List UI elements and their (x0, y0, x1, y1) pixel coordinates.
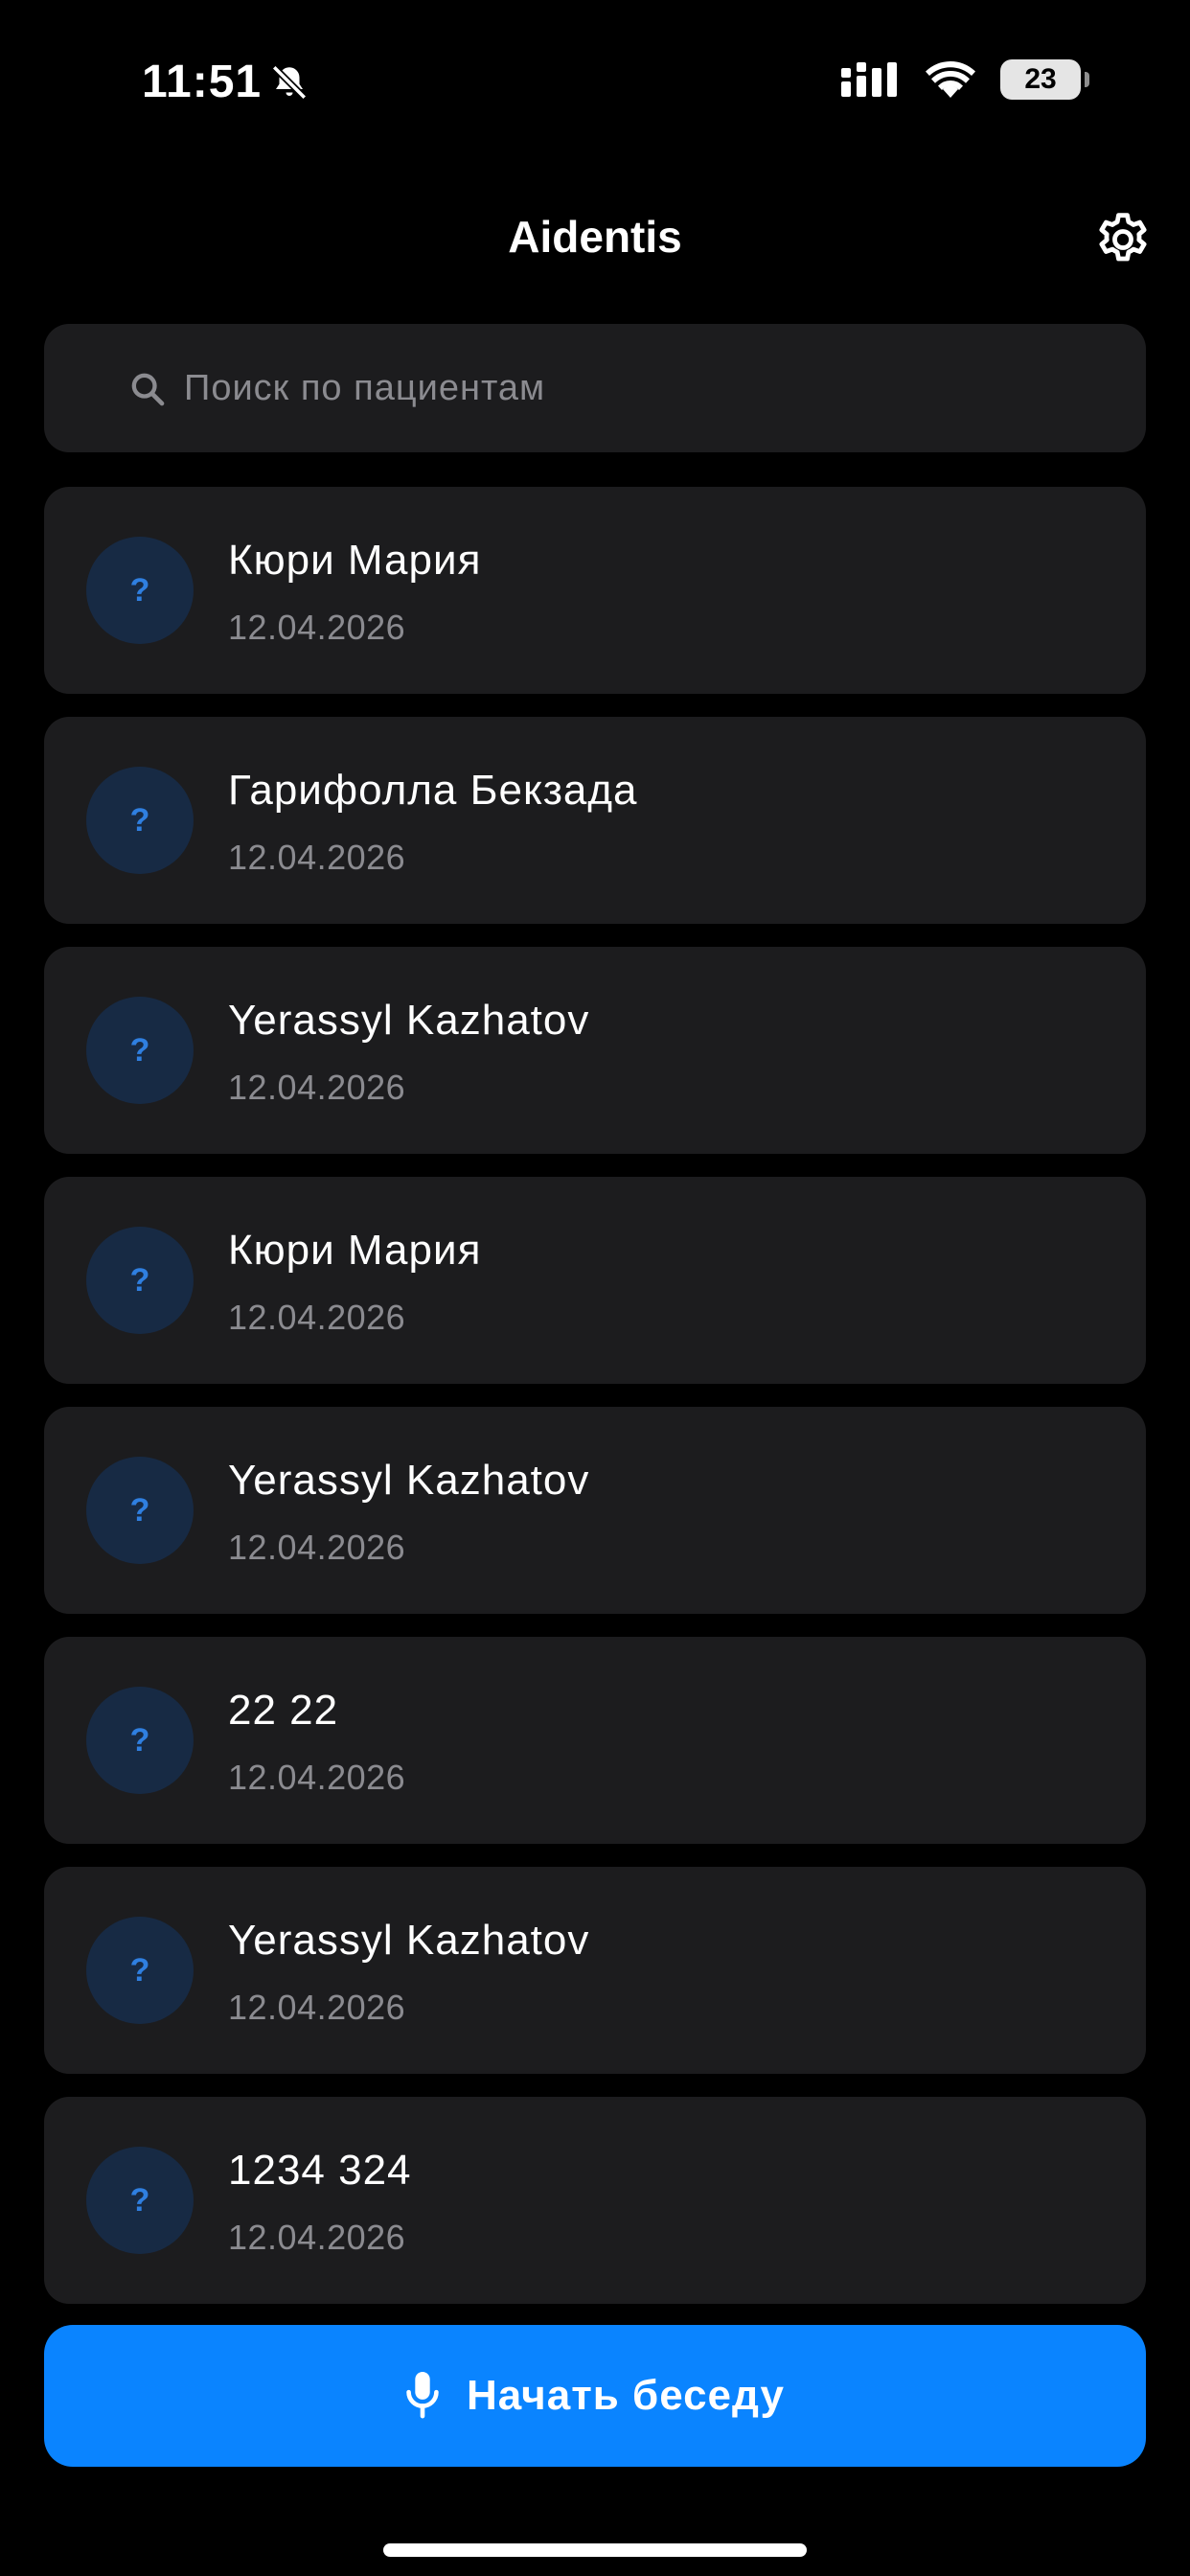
cellular-signal-icon (841, 62, 897, 97)
gear-icon[interactable] (1092, 209, 1154, 270)
page-title: Aidentis (508, 212, 682, 262)
search-input[interactable] (184, 324, 1104, 452)
search-icon (131, 373, 165, 406)
patient-card[interactable]: ? Кюри Мария 12.04.2026 (44, 1177, 1146, 1384)
patient-date: 12.04.2026 (228, 2218, 406, 2257)
patient-date: 12.04.2026 (228, 1758, 406, 1797)
patient-name: 1234 324 (228, 2147, 412, 2194)
patient-date: 12.04.2026 (228, 838, 406, 877)
start-conversation-label: Начать беседу (467, 2372, 785, 2419)
status-bar: 11:51 23 (0, 0, 1190, 163)
header: Aidentis (0, 192, 1190, 288)
patient-name: Кюри Мария (228, 1227, 482, 1274)
app-screen: 11:51 23 Aidentis Поиск по пациентам ? К… (0, 0, 1190, 2576)
patient-name: Yerassyl Kazhatov (228, 1457, 590, 1504)
avatar: ? (86, 537, 194, 644)
status-indicators: 23 (841, 59, 1089, 100)
patient-card[interactable]: ? Yerassyl Kazhatov 12.04.2026 (44, 947, 1146, 1154)
avatar: ? (86, 1687, 194, 1794)
battery-level: 23 (1024, 63, 1057, 95)
battery-icon: 23 (1000, 59, 1089, 100)
wifi-icon (926, 61, 975, 98)
start-conversation-button[interactable]: Начать беседу (44, 2325, 1146, 2467)
avatar: ? (86, 1457, 194, 1564)
status-time-group: 11:51 (142, 56, 309, 108)
patient-date: 12.04.2026 (228, 1298, 406, 1337)
patient-date: 12.04.2026 (228, 1988, 406, 2027)
patient-name: 22 22 (228, 1687, 339, 1734)
avatar: ? (86, 997, 194, 1104)
patient-name: Yerassyl Kazhatov (228, 997, 590, 1044)
avatar: ? (86, 767, 194, 874)
search-bar[interactable] (44, 324, 1146, 452)
patient-card[interactable]: ? Гарифолла Бекзада 12.04.2026 (44, 717, 1146, 924)
avatar: ? (86, 1917, 194, 2024)
microphone-icon (406, 2372, 439, 2419)
patient-card[interactable]: ? Yerassyl Kazhatov 12.04.2026 (44, 1867, 1146, 2074)
patient-card[interactable]: ? Yerassyl Kazhatov 12.04.2026 (44, 1407, 1146, 1614)
avatar: ? (86, 1227, 194, 1334)
status-time: 11:51 (142, 57, 263, 107)
avatar: ? (86, 2147, 194, 2254)
home-indicator[interactable] (383, 2543, 807, 2557)
bell-slash-icon (271, 64, 308, 100)
patient-list: ? Кюри Мария 12.04.2026? Гарифолла Бекзада 1… (44, 487, 1146, 2327)
patient-name: Yerassyl Kazhatov (228, 1917, 590, 1964)
patient-date: 12.04.2026 (228, 1068, 406, 1107)
patient-card[interactable]: ? Кюри Мария 12.04.2026 (44, 487, 1146, 694)
patient-card[interactable]: ? 1234 324 12.04.2026 (44, 2097, 1146, 2304)
patient-name: Кюри Мария (228, 537, 482, 584)
patient-card[interactable]: ? 22 22 12.04.2026 (44, 1637, 1146, 1844)
patient-name: Гарифолла Бекзада (228, 767, 638, 814)
patient-date: 12.04.2026 (228, 608, 406, 647)
patient-date: 12.04.2026 (228, 1528, 406, 1567)
